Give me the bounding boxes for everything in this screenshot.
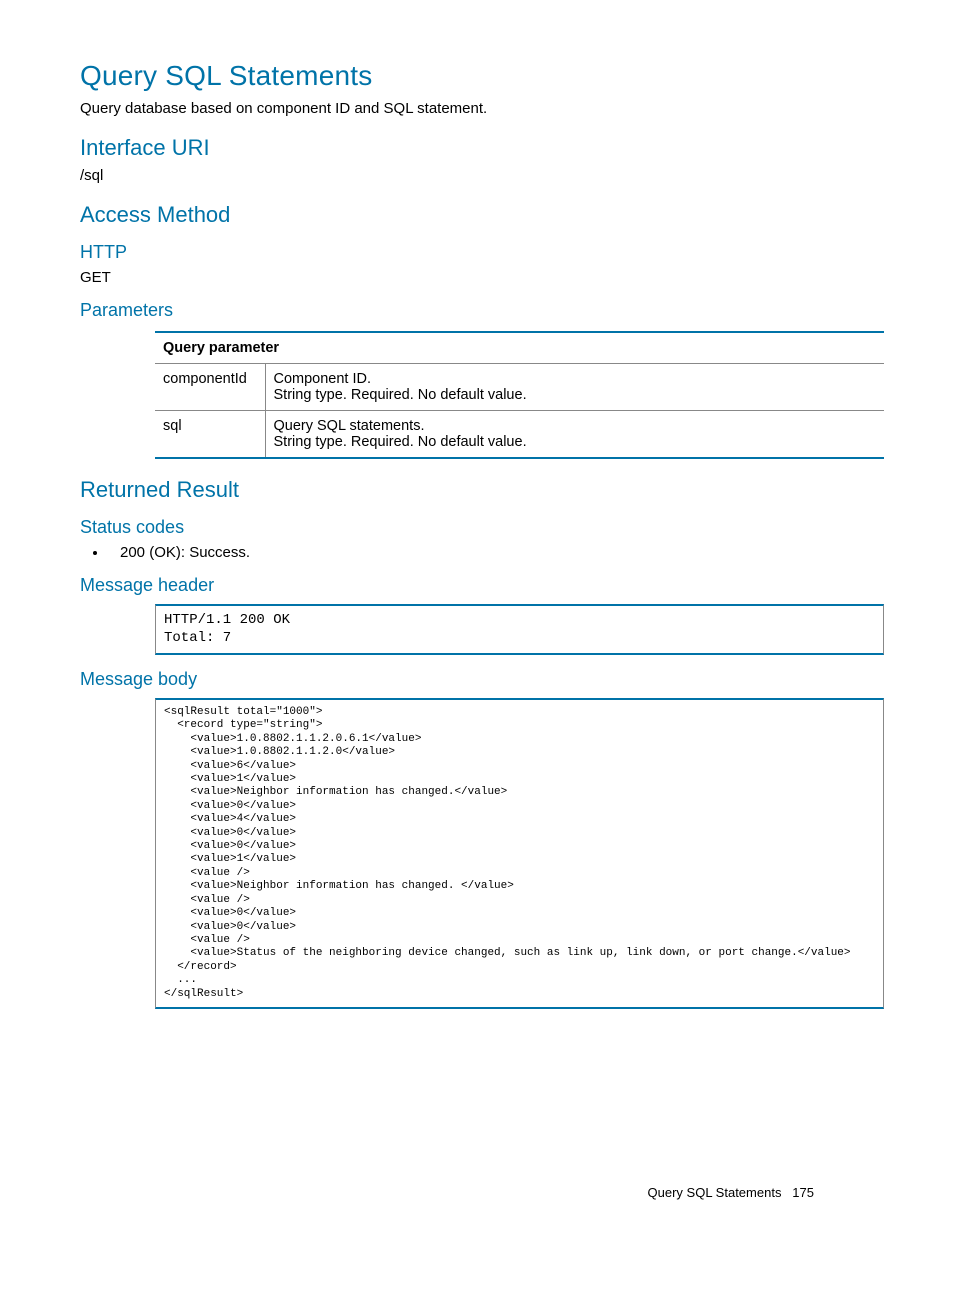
list-item: 200 (OK): Success. (108, 544, 884, 561)
page-footer: Query SQL Statements 175 (648, 1185, 814, 1200)
param-desc-line: Component ID. (274, 371, 372, 387)
heading-returned-result: Returned Result (80, 477, 884, 503)
param-desc-line: String type. Required. No default value. (274, 434, 527, 450)
table-header-row: Query parameter (155, 332, 884, 364)
parameters-table-wrap: Query parameter componentId Component ID… (155, 331, 884, 459)
intro-text: Query database based on component ID and… (80, 100, 884, 117)
footer-label: Query SQL Statements (648, 1185, 782, 1200)
page-title: Query SQL Statements (80, 60, 884, 92)
message-body-code: <sqlResult total="1000"> <record type="s… (155, 698, 884, 1009)
heading-message-header: Message header (80, 575, 884, 596)
param-desc-line: String type. Required. No default value. (274, 387, 527, 403)
interface-uri-value: /sql (80, 167, 884, 184)
message-header-code: HTTP/1.1 200 OK Total: 7 (155, 604, 884, 655)
table-row: sql Query SQL statements. String type. R… (155, 411, 884, 459)
heading-message-body: Message body (80, 669, 884, 690)
footer-page-number: 175 (792, 1185, 814, 1200)
parameters-table: Query parameter componentId Component ID… (155, 331, 884, 459)
table-header: Query parameter (155, 332, 884, 364)
table-row: componentId Component ID. String type. R… (155, 364, 884, 411)
heading-access-method: Access Method (80, 202, 884, 228)
heading-status-codes: Status codes (80, 517, 884, 538)
param-desc-line: Query SQL statements. (274, 418, 425, 434)
http-method-value: GET (80, 269, 884, 286)
status-codes-list: 200 (OK): Success. (80, 544, 884, 561)
param-name: componentId (155, 364, 265, 411)
heading-http: HTTP (80, 242, 884, 263)
param-name: sql (155, 411, 265, 459)
heading-interface-uri: Interface URI (80, 135, 884, 161)
param-desc: Component ID. String type. Required. No … (265, 364, 884, 411)
param-desc: Query SQL statements. String type. Requi… (265, 411, 884, 459)
heading-parameters: Parameters (80, 300, 884, 321)
